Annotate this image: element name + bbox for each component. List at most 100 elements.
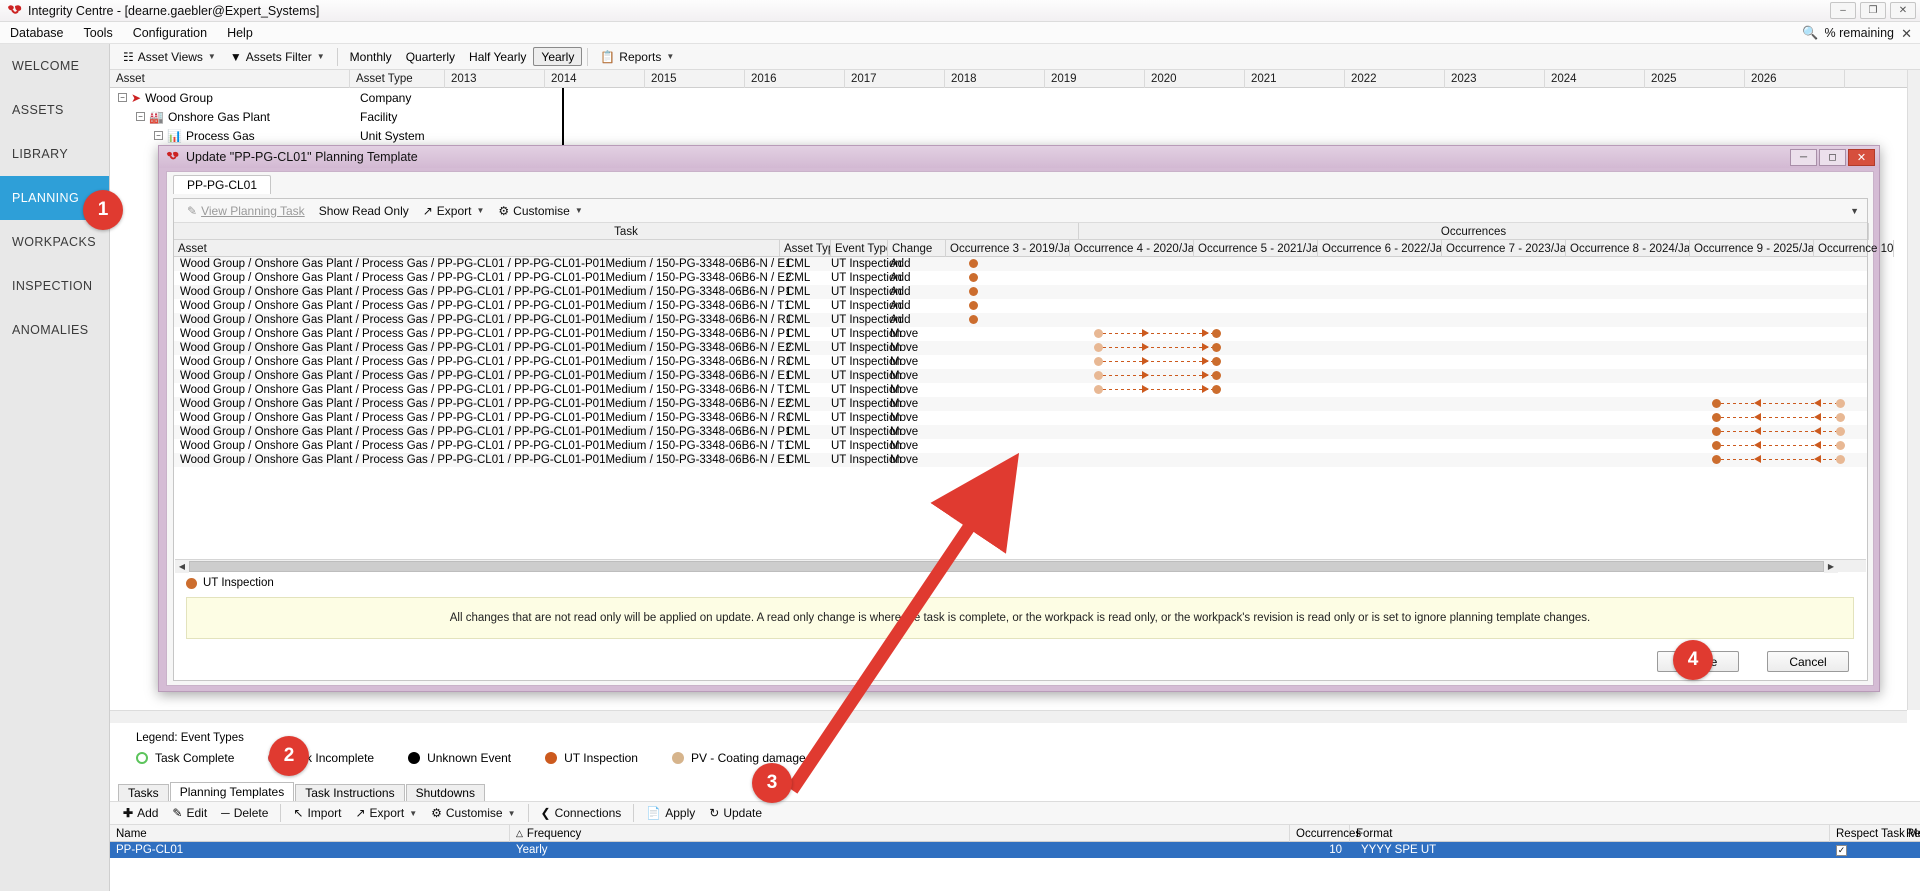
sidebar-item-library[interactable]: LIBRARY — [0, 132, 109, 176]
expander-icon[interactable]: − — [154, 131, 163, 140]
column-header-year-2022[interactable]: 2022 — [1345, 70, 1445, 88]
table-row[interactable]: Wood Group / Onshore Gas Plant / Process… — [174, 397, 1867, 411]
maximize-button[interactable]: ❐ — [1860, 2, 1886, 19]
column-header-year-2023[interactable]: 2023 — [1445, 70, 1545, 88]
occurrence-dot[interactable] — [969, 301, 978, 310]
occurrence-dot-target[interactable] — [1712, 399, 1721, 408]
table-row[interactable]: Wood Group / Onshore Gas Plant / Process… — [174, 411, 1867, 425]
occurrence-dot[interactable] — [969, 287, 978, 296]
table-row[interactable]: Wood Group / Onshore Gas Plant / Process… — [174, 271, 1867, 285]
column-header-read-only[interactable]: Read Only — [1900, 825, 1920, 842]
search-icon[interactable]: 🔍 — [1802, 25, 1818, 41]
scroll-right-icon[interactable]: ▶ — [1824, 560, 1838, 573]
sidebar-item-anomalies[interactable]: ANOMALIES — [0, 308, 109, 352]
occurrence-dot-target[interactable] — [1212, 329, 1221, 338]
occurrence-dot-origin[interactable] — [1836, 399, 1845, 408]
table-row[interactable]: Wood Group / Onshore Gas Plant / Process… — [174, 425, 1867, 439]
occurrence-dot-origin[interactable] — [1094, 371, 1103, 380]
column-header-occurrence-8[interactable]: Occurrence 8 - 2024/Jan — [1566, 240, 1690, 257]
table-row[interactable]: Wood Group / Onshore Gas Plant / Process… — [174, 285, 1867, 299]
occurrence-dot-origin[interactable] — [1836, 413, 1845, 422]
table-row[interactable]: Wood Group / Onshore Gas Plant / Process… — [174, 327, 1867, 341]
column-header-occurrence-6[interactable]: Occurrence 6 - 2022/Jan — [1318, 240, 1442, 257]
view-planning-task-button[interactable]: ✎ View Planning Task — [180, 200, 312, 222]
column-header-year-2021[interactable]: 2021 — [1245, 70, 1345, 88]
menu-item-database[interactable]: Database — [0, 26, 74, 40]
column-header-frequency[interactable]: △ Frequency — [510, 825, 1290, 842]
column-header-event-type[interactable]: Event Type — [831, 240, 888, 257]
occurrence-dot-target[interactable] — [1212, 385, 1221, 394]
column-header-year-2016[interactable]: 2016 — [745, 70, 845, 88]
table-row[interactable]: Wood Group / Onshore Gas Plant / Process… — [174, 439, 1867, 453]
tab-shutdowns[interactable]: Shutdowns — [406, 784, 485, 801]
apply-button[interactable]: 📄 Apply — [639, 802, 702, 824]
occurrence-dot-origin[interactable] — [1094, 385, 1103, 394]
menu-item-tools[interactable]: Tools — [74, 26, 123, 40]
column-header-occurrences[interactable]: Occurrences — [1290, 825, 1350, 842]
column-header-year-2020[interactable]: 2020 — [1145, 70, 1245, 88]
occurrence-dot-origin[interactable] — [1836, 455, 1845, 464]
period-quarterly[interactable]: Quarterly — [399, 47, 462, 66]
column-header-year-2019[interactable]: 2019 — [1045, 70, 1145, 88]
dialog-toolbar-overflow-icon[interactable]: ▼ — [1850, 206, 1867, 216]
column-header-year-2015[interactable]: 2015 — [645, 70, 745, 88]
import-button[interactable]: ↖ Import — [286, 802, 348, 824]
export-button[interactable]: ↗ Export ▼ — [348, 802, 424, 824]
minimize-button[interactable]: – — [1830, 2, 1856, 19]
column-header-occurrence-4[interactable]: Occurrence 4 - 2020/Jan — [1070, 240, 1194, 257]
occurrence-dot[interactable] — [969, 315, 978, 324]
dialog-customise-button[interactable]: ⚙ Customise ▼ — [491, 200, 589, 222]
table-row[interactable]: PP-PG-CL01 Yearly 10 YYYY SPE UT ✓ — [110, 842, 1920, 858]
occurrence-dot-target[interactable] — [1712, 427, 1721, 436]
connections-button[interactable]: ❮ Connections — [534, 802, 629, 824]
main-horizontal-scrollbar[interactable] — [110, 710, 1907, 723]
column-header-asset-type[interactable]: Asset Type — [350, 70, 445, 88]
column-header-format[interactable]: Format — [1350, 825, 1830, 842]
sidebar-item-welcome[interactable]: WELCOME — [0, 44, 109, 88]
occurrence-dot-target[interactable] — [1212, 371, 1221, 380]
expander-icon[interactable]: − — [118, 93, 127, 102]
occurrence-dot[interactable] — [969, 259, 978, 268]
table-row[interactable]: Wood Group / Onshore Gas Plant / Process… — [174, 313, 1867, 327]
column-header-occurrence-10[interactable]: Occurrence 10 - — [1814, 240, 1894, 257]
asset-row-onshore-gas-plant[interactable]: − 🏭 Onshore Gas Plant Facility — [110, 107, 1920, 126]
occurrence-dot[interactable] — [969, 273, 978, 282]
column-header-occurrence-9[interactable]: Occurrence 9 - 2025/Jan — [1690, 240, 1814, 257]
column-header-year-2013[interactable]: 2013 — [445, 70, 545, 88]
column-header-change[interactable]: Change — [888, 240, 946, 257]
period-yearly[interactable]: Yearly — [533, 47, 582, 66]
table-row[interactable]: Wood Group / Onshore Gas Plant / Process… — [174, 355, 1867, 369]
tab-task-instructions[interactable]: Task Instructions — [295, 784, 404, 801]
dialog-export-button[interactable]: ↗ Export ▼ — [416, 200, 492, 222]
column-header-occurrence-5[interactable]: Occurrence 5 - 2021/Jan — [1194, 240, 1318, 257]
assets-filter-button[interactable]: ▼ Assets Filter ▼ — [223, 46, 332, 68]
column-header-occurrence-7[interactable]: Occurrence 7 - 2023/Jan — [1442, 240, 1566, 257]
occurrence-dot-origin[interactable] — [1836, 441, 1845, 450]
mdi-close-icon[interactable]: ✕ — [1901, 26, 1912, 42]
close-button[interactable]: ✕ — [1890, 2, 1916, 19]
delete-button[interactable]: ─ Delete — [214, 802, 275, 824]
period-half-yearly[interactable]: Half Yearly — [462, 47, 533, 66]
scrollbar-thumb[interactable] — [189, 561, 1824, 572]
show-read-only-button[interactable]: Show Read Only — [312, 200, 416, 222]
dialog-minimize-button[interactable]: ─ — [1790, 149, 1817, 166]
occurrence-dot-origin[interactable] — [1094, 343, 1103, 352]
column-header-year-2017[interactable]: 2017 — [845, 70, 945, 88]
tab-tasks[interactable]: Tasks — [118, 784, 169, 801]
expander-icon[interactable]: − — [136, 112, 145, 121]
table-row[interactable]: Wood Group / Onshore Gas Plant / Process… — [174, 341, 1867, 355]
occurrence-dot-target[interactable] — [1712, 455, 1721, 464]
table-row[interactable]: Wood Group / Onshore Gas Plant / Process… — [174, 257, 1867, 271]
cancel-button[interactable]: Cancel — [1767, 651, 1849, 672]
occurrence-dot-target[interactable] — [1212, 357, 1221, 366]
column-header-year-2025[interactable]: 2025 — [1645, 70, 1745, 88]
occurrence-dot-origin[interactable] — [1094, 329, 1103, 338]
occurrence-dot-target[interactable] — [1712, 441, 1721, 450]
scroll-left-icon[interactable]: ◀ — [175, 560, 189, 573]
column-header-name[interactable]: Name — [110, 825, 510, 842]
asset-row-process-gas[interactable]: − 📊 Process Gas Unit System — [110, 126, 1920, 145]
table-row[interactable]: Wood Group / Onshore Gas Plant / Process… — [174, 453, 1867, 467]
reports-button[interactable]: 📋 Reports ▼ — [593, 46, 681, 68]
column-header-occurrence-3[interactable]: Occurrence 3 - 2019/Jan — [946, 240, 1070, 257]
dialog-maximize-button[interactable]: ◻ — [1819, 149, 1846, 166]
